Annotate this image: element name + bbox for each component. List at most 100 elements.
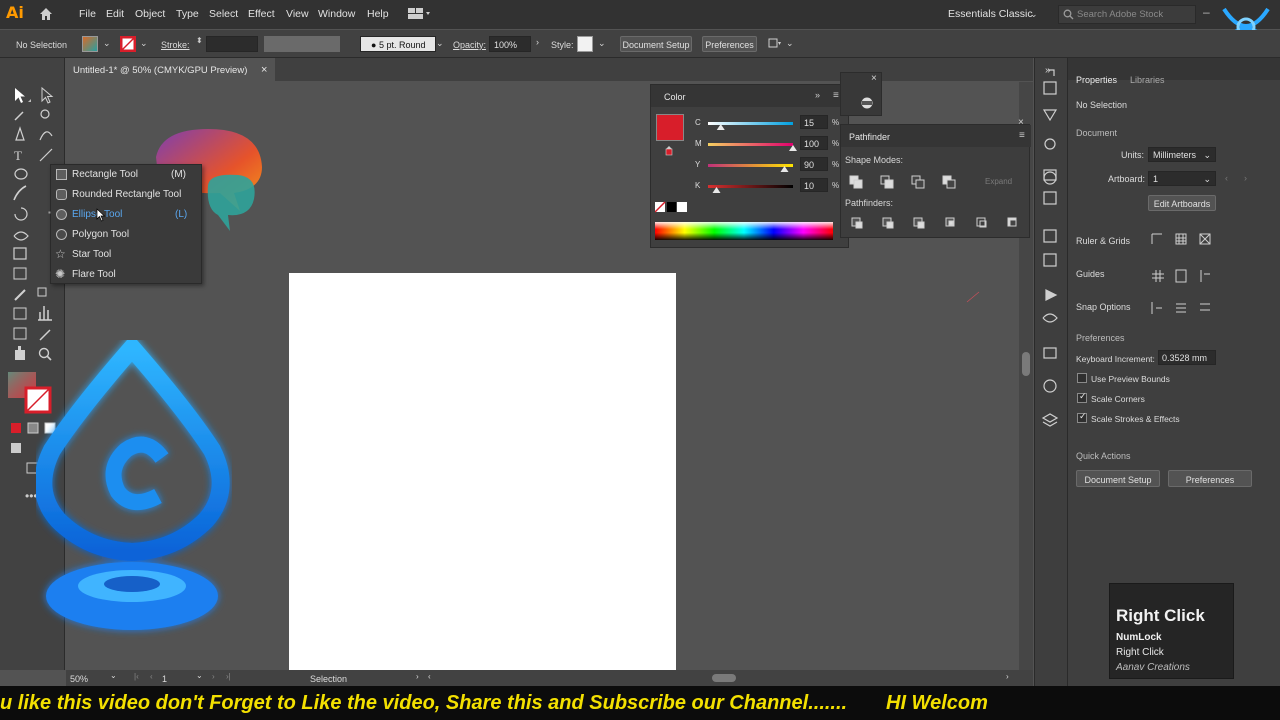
close-icon[interactable]: ×	[871, 73, 877, 84]
close-icon[interactable]: ×	[1018, 117, 1024, 128]
flyout-flare-tool[interactable]: ✺ Flare Tool	[51, 265, 201, 285]
out-of-gamut-warning-icon[interactable]	[665, 146, 673, 156]
chevron-down-icon[interactable]: ⌄	[103, 38, 111, 49]
menu-view[interactable]: View	[286, 8, 309, 20]
type-tool-icon: T	[14, 148, 22, 163]
menu-edit[interactable]: Edit	[106, 8, 124, 20]
channel-c-value[interactable]: 15	[800, 115, 828, 129]
last-artboard-icon[interactable]: ›|	[226, 672, 231, 681]
chevron-down-icon[interactable]: ⌄	[598, 38, 606, 49]
dock-icons[interactable]: »	[1034, 58, 1067, 438]
document-setup-button[interactable]: Document Setup	[620, 36, 692, 52]
arrange-icon[interactable]	[768, 38, 782, 50]
pathfinder-buttons[interactable]	[846, 172, 1026, 230]
ruler-guide-snap-icons[interactable]	[1148, 230, 1220, 316]
pathfinder-dock-icon[interactable]	[859, 97, 875, 109]
chevron-down-icon[interactable]: ⌄	[140, 38, 148, 49]
document-tab[interactable]: Untitled-1* @ 50% (CMYK/GPU Preview) ×	[65, 58, 275, 81]
fill-swatch[interactable]	[82, 36, 98, 52]
quick-preferences-button[interactable]: Preferences	[1168, 470, 1252, 487]
next-artboard-icon[interactable]: ›	[212, 672, 215, 681]
previous-artboard-icon[interactable]: ‹	[1225, 173, 1228, 183]
search-adobe-stock-input[interactable]: Search Adobe Stock	[1058, 5, 1196, 24]
keystroke-overlay: Right Click NumLock Right Click Aanav Cr…	[1109, 583, 1234, 679]
workspace-switcher[interactable]: Essentials Classic	[948, 8, 1033, 20]
menu-window[interactable]: Window	[318, 8, 355, 20]
flare-icon: ✺	[55, 267, 66, 281]
quick-document-setup-button[interactable]: Document Setup	[1076, 470, 1160, 487]
next-artboard-icon[interactable]: ›	[1244, 173, 1247, 183]
units-dropdown[interactable]: Millimeters ⌄	[1148, 147, 1216, 162]
channel-y-value[interactable]: 90	[800, 157, 828, 171]
chevron-down-icon[interactable]: ⌄	[436, 38, 444, 49]
preferences-button[interactable]: Preferences	[702, 36, 757, 52]
scroll-right-icon[interactable]: ›	[1006, 672, 1009, 681]
zoom-level[interactable]: 50%	[70, 674, 88, 684]
flyout-ellipse-tool[interactable]: ▪ Ellipse Tool (L)	[48, 205, 201, 225]
menu-object[interactable]: Object	[135, 8, 165, 20]
snap-to-point-icon	[1151, 302, 1162, 314]
chevron-down-icon[interactable]: ⌄	[110, 671, 117, 680]
color-panel-header[interactable]: Color » ≡	[651, 85, 848, 107]
chevron-down-icon[interactable]: ⌄	[1030, 9, 1038, 20]
graphic-style-swatch[interactable]	[577, 36, 593, 52]
variable-width-profile[interactable]	[264, 36, 340, 52]
keyboard-increment-field[interactable]: 0.3528 mm	[1158, 350, 1216, 365]
chevron-down-icon: ⌄	[1203, 174, 1211, 184]
tab-properties[interactable]: Properties	[1076, 75, 1117, 85]
menu-file[interactable]: File	[79, 8, 96, 20]
color-spectrum-bar[interactable]	[655, 222, 833, 240]
stroke-weight-field[interactable]	[206, 36, 258, 52]
arrange-documents-icon[interactable]	[408, 8, 432, 20]
menu-help[interactable]: Help	[367, 8, 389, 20]
chevron-down-icon[interactable]: ⌄	[786, 38, 794, 49]
horizontal-scroll-thumb[interactable]	[712, 674, 736, 682]
scale-strokes-checkbox[interactable]	[1077, 412, 1087, 423]
menu-type[interactable]: Type	[176, 8, 199, 20]
menu-select[interactable]: Select	[209, 8, 238, 20]
brush-definition[interactable]: ● 5 pt. Round	[360, 36, 436, 52]
none-black-white-swatches[interactable]	[655, 201, 689, 213]
edit-artboards-button[interactable]: Edit Artboards	[1148, 195, 1216, 211]
color-fill-swatch[interactable]	[656, 114, 684, 141]
close-tab-icon[interactable]: ×	[261, 64, 267, 76]
minimize-icon[interactable]: –	[1203, 5, 1210, 19]
panel-menu-icon[interactable]: ≡	[1019, 130, 1025, 141]
artboard-dropdown[interactable]: 1 ⌄	[1148, 171, 1216, 186]
flyout-star-tool[interactable]: ☆ Star Tool	[51, 245, 201, 265]
transparency-dock-icon	[1043, 379, 1057, 393]
shape-modes-label: Shape Modes:	[845, 155, 904, 165]
preferences-section-title: Preferences	[1076, 333, 1125, 343]
stroke-label[interactable]: Stroke:	[161, 40, 190, 50]
opacity-field[interactable]: 100%	[489, 36, 531, 52]
polygon-icon	[56, 229, 67, 240]
channel-y-label: Y	[695, 160, 701, 169]
rectangle-icon	[56, 169, 67, 180]
artboard-number[interactable]: 1	[162, 674, 167, 684]
menu-effect[interactable]: Effect	[248, 8, 275, 20]
use-preview-bounds-checkbox[interactable]	[1077, 373, 1087, 383]
first-artboard-icon[interactable]: |‹	[134, 672, 139, 681]
panel-menu-icon[interactable]: ≡	[833, 90, 839, 101]
flyout-polygon-tool[interactable]: Polygon Tool	[51, 225, 201, 245]
opacity-label[interactable]: Opacity:	[453, 40, 486, 50]
collapse-icon[interactable]: »	[815, 90, 820, 100]
channel-m-value[interactable]: 100	[800, 136, 828, 150]
tab-libraries[interactable]: Libraries	[1130, 75, 1165, 85]
snap-to-grid-icon	[1176, 303, 1186, 313]
flyout-rectangle-tool[interactable]: Rectangle Tool (M)	[51, 165, 201, 185]
flyout-rounded-rectangle-tool[interactable]: Rounded Rectangle Tool	[51, 185, 201, 205]
artboard[interactable]	[289, 273, 676, 670]
stroke-stepper-icon[interactable]: ⬍	[196, 36, 203, 45]
scroll-left-icon[interactable]: ‹	[428, 672, 431, 681]
chevron-right-icon[interactable]: ›	[536, 37, 539, 47]
ticker-text: u like this video don't Forget to Like t…	[0, 692, 988, 714]
stroke-swatch[interactable]	[120, 36, 136, 52]
scale-corners-checkbox[interactable]	[1077, 392, 1087, 403]
channel-k-value[interactable]: 10	[800, 178, 828, 192]
overlay-line-2: Right Click	[1116, 647, 1164, 658]
previous-artboard-icon[interactable]: ‹	[150, 672, 153, 681]
status-menu-icon[interactable]: ›	[416, 672, 419, 681]
chevron-down-icon[interactable]: ⌄	[196, 671, 203, 680]
search-icon	[1063, 9, 1074, 20]
